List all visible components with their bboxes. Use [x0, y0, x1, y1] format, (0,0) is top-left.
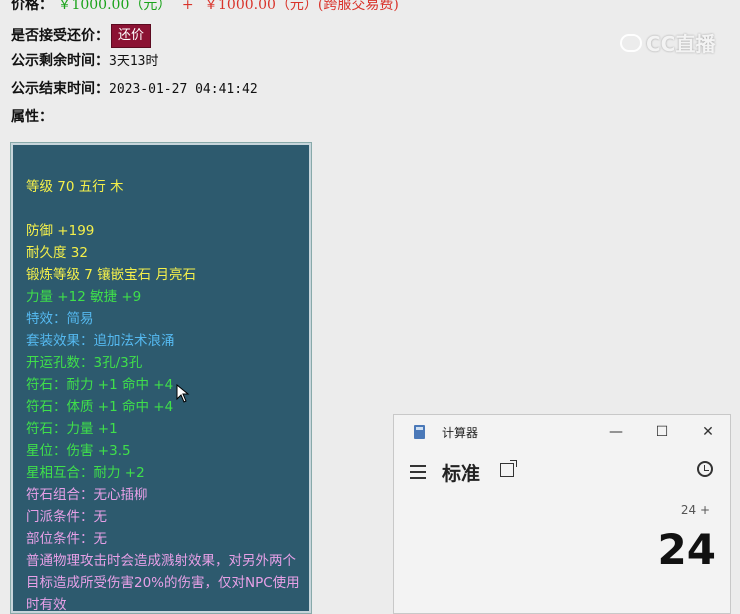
price-row: 价格： ￥1000.00（元） + ￥1000.00（元）(跨服交易费) [11, 0, 399, 15]
item-rune-2: 符石：体质 +1 命中 +4 [26, 399, 174, 415]
counter-offer-button[interactable]: 还价 [111, 24, 152, 48]
price-value: ￥1000.00（元） [57, 0, 172, 13]
item-special: 特效：简易 [26, 311, 94, 327]
calculator-titlebar[interactable]: 计算器 — ☐ ✕ [394, 415, 730, 449]
calculator-title: 计算器 [442, 426, 479, 440]
cc-logo-icon [620, 33, 642, 52]
price-label: 价格： [11, 0, 53, 13]
calculator-app-icon [414, 425, 425, 439]
history-icon[interactable] [697, 461, 713, 477]
remaining-label: 公示剩余时间： [11, 53, 109, 69]
item-star-combo: 星相互合：耐力 +2 [26, 465, 145, 481]
item-holes: 开运孔数：3孔/3孔 [26, 355, 143, 371]
calculator-mode: 标准 [442, 463, 481, 485]
item-school-req: 门派条件：无 [26, 509, 107, 525]
maximize-button[interactable]: ☐ [642, 419, 682, 445]
attributes-label: 属性： [11, 109, 53, 125]
watermark: CC直播 [620, 28, 715, 57]
item-rune-3: 符石：力量 +1 [26, 421, 118, 437]
calculator-display: 24 [657, 525, 716, 574]
end-time-label: 公示结束时间： [11, 81, 109, 97]
minimize-button[interactable]: — [596, 419, 636, 445]
keep-on-top-icon[interactable] [500, 460, 517, 477]
calculator-window: 计算器 — ☐ ✕ 标准 24 + 24 [393, 414, 731, 614]
item-star: 星位：伤害 +3.5 [26, 443, 131, 459]
item-description: 普通物理攻击时会造成溅射效果，对另外两个目标造成所受伤害20%的伤害，仅对NPC… [26, 553, 300, 613]
item-defense: 防御 +199 [26, 223, 95, 239]
item-rune-1: 符石：耐力 +1 命中 +4 [26, 377, 174, 393]
item-set-effect: 套装效果：追加法术浪涌 [26, 333, 175, 349]
price-plus: + [181, 0, 194, 13]
offer-row: 是否接受还价： 还价 [11, 24, 152, 48]
offer-label: 是否接受还价： [11, 28, 109, 44]
remaining-row: 公示剩余时间：3天13时 [11, 51, 158, 72]
mouse-cursor-icon [176, 384, 190, 403]
remaining-value: 3天13时 [109, 54, 159, 69]
item-attributes-panel: 等级 70 五行 木 防御 +199 耐久度 32 锻炼等级 7 镶嵌宝石 月亮… [10, 142, 312, 614]
watermark-text: CC直播 [646, 32, 716, 56]
item-durability: 耐久度 32 [26, 245, 88, 261]
close-button[interactable]: ✕ [688, 419, 728, 445]
calculator-expression: 24 + [680, 503, 710, 517]
item-rune-combo: 符石组合：无心插柳 [26, 487, 148, 503]
end-time-value: 2023-01-27 04:41:42 [109, 82, 258, 97]
price-fee: ￥1000.00（元）(跨服交易费) [204, 0, 399, 13]
end-time-row: 公示结束时间：2023-01-27 04:41:42 [11, 79, 258, 100]
item-level: 等级 70 五行 木 [26, 179, 124, 195]
item-slot-req: 部位条件：无 [26, 531, 107, 547]
attributes-row: 属性： [11, 107, 53, 127]
item-forge: 锻炼等级 7 镶嵌宝石 月亮石 [26, 267, 196, 283]
item-stats: 力量 +12 敏捷 +9 [26, 289, 142, 305]
menu-icon[interactable] [410, 465, 426, 483]
